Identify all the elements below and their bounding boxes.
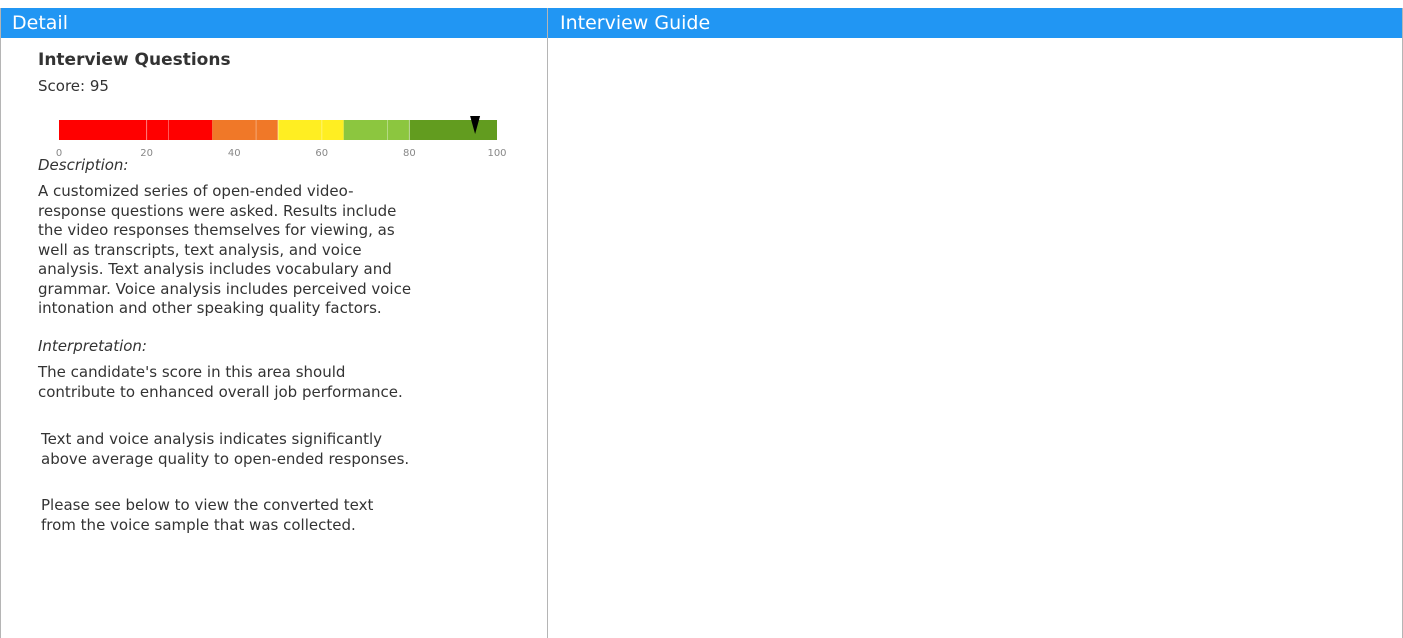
detail-header: Detail xyxy=(1,8,547,38)
interview-guide-header: Interview Guide xyxy=(548,8,1402,38)
description-text: A customized series of open-ended video-… xyxy=(38,182,412,317)
gauge-band-4 xyxy=(409,120,497,140)
gauge-band-1 xyxy=(212,120,278,140)
gauge-tick-label: 100 xyxy=(487,148,506,159)
gauge-band-0 xyxy=(59,120,213,140)
gauge-tick-label: 40 xyxy=(228,148,241,159)
section-title: Interview Questions xyxy=(38,50,231,70)
score-text: Score: 95 xyxy=(38,77,109,95)
analysis-text: Text and voice analysis indicates signif… xyxy=(41,430,410,468)
interpretation-label: Interpretation: xyxy=(38,337,147,355)
gauge-band-2 xyxy=(278,120,344,140)
interpretation-text: The candidate's score in this area shoul… xyxy=(38,363,403,401)
report-view: Detail Interview Questions Score: 95 0 20… xyxy=(0,0,1403,638)
detail-panel: Detail Interview Questions Score: 95 0 20… xyxy=(0,8,548,638)
note-text: Please see below to view the converted t… xyxy=(41,496,374,534)
description-label: Description: xyxy=(38,156,129,174)
gauge-tick-label: 20 xyxy=(140,148,153,159)
interview-guide-panel: Interview Guide xyxy=(547,8,1403,638)
gauge-tick-label: 60 xyxy=(315,148,328,159)
gauge-tick-label: 80 xyxy=(403,148,416,159)
gauge-band-3 xyxy=(343,120,410,140)
